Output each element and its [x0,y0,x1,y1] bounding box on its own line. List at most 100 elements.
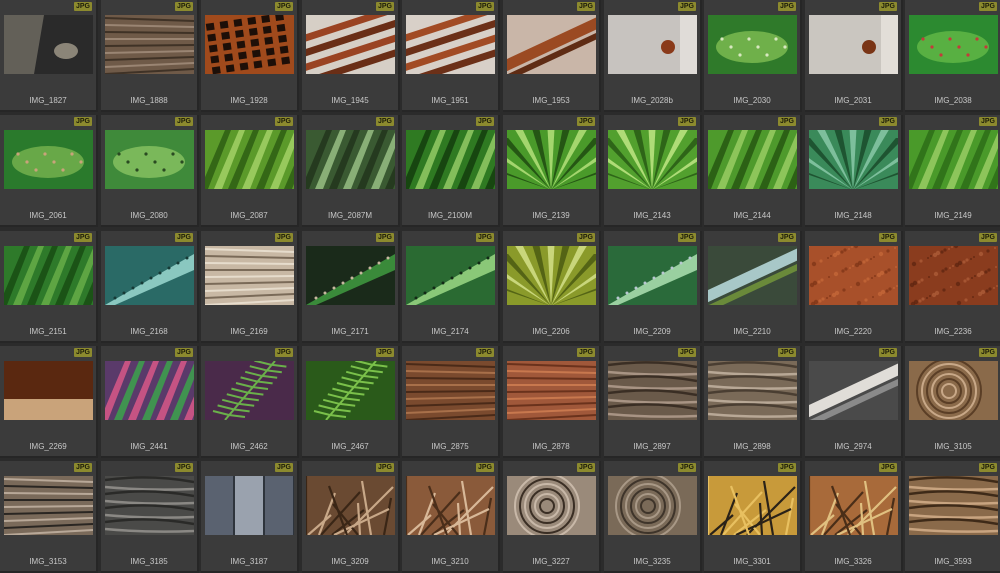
thumbnail-image[interactable] [4,15,93,74]
thumbnail-image[interactable] [406,361,495,420]
thumbnail-cell[interactable]: JPG IMG_2087 [201,115,299,227]
thumbnail-cell[interactable]: JPG IMG_2087M [302,115,400,227]
thumbnail-cell[interactable]: JPG IMG_2209 [604,231,702,343]
thumbnail-image[interactable] [809,15,898,74]
thumbnail-cell[interactable]: JPG IMG_2898 [704,346,802,458]
thumbnail-cell[interactable]: JPG IMG_2236 [905,231,1000,343]
thumbnail-image[interactable] [4,130,93,189]
thumbnail-image[interactable] [909,476,998,535]
thumbnail-image[interactable] [809,361,898,420]
thumbnail-cell[interactable]: JPG IMG_2151 [0,231,98,343]
thumbnail-image[interactable] [909,246,998,305]
thumbnail-image[interactable] [507,476,596,535]
thumbnail-image[interactable] [507,361,596,420]
thumbnail-cell[interactable]: JPG IMG_2878 [503,346,601,458]
thumbnail-cell[interactable]: JPG IMG_1888 [101,0,199,112]
thumbnail-cell[interactable]: JPG IMG_2220 [805,231,903,343]
thumbnail-cell[interactable]: JPG IMG_2143 [604,115,702,227]
thumbnail-image[interactable] [809,246,898,305]
thumbnail-image[interactable] [205,15,294,74]
thumbnail-cell[interactable]: JPG IMG_3209 [302,461,400,573]
thumbnail-cell[interactable]: JPG IMG_2467 [302,346,400,458]
thumbnail-image[interactable] [105,15,194,74]
thumbnail-image[interactable] [608,246,697,305]
thumbnail-cell[interactable]: JPG IMG_3185 [101,461,199,573]
thumbnail-cell[interactable]: JPG IMG_2080 [101,115,199,227]
thumbnail-image[interactable] [708,361,797,420]
thumbnail-cell[interactable]: JPG IMG_3235 [604,461,702,573]
thumbnail-cell[interactable]: JPG IMG_2168 [101,231,199,343]
thumbnail-cell[interactable]: JPG IMG_3227 [503,461,601,573]
thumbnail-image[interactable] [406,246,495,305]
thumbnail-cell[interactable]: JPG IMG_2031 [805,0,903,112]
thumbnail-cell[interactable]: JPG IMG_2174 [402,231,500,343]
thumbnail-cell[interactable]: JPG IMG_2210 [704,231,802,343]
thumbnail-cell[interactable]: JPG IMG_3187 [201,461,299,573]
thumbnail-image[interactable] [909,15,998,74]
thumbnail-image[interactable] [306,361,395,420]
thumbnail-cell[interactable]: JPG IMG_3593 [905,461,1000,573]
thumbnail-image[interactable] [105,361,194,420]
thumbnail-image[interactable] [507,15,596,74]
thumbnail-image[interactable] [306,130,395,189]
thumbnail-image[interactable] [809,130,898,189]
thumbnail-image[interactable] [708,15,797,74]
thumbnail-image[interactable] [4,361,93,420]
thumbnail-cell[interactable]: JPG IMG_2148 [805,115,903,227]
thumbnail-image[interactable] [406,476,495,535]
thumbnail-cell[interactable]: JPG IMG_1945 [302,0,400,112]
thumbnail-cell[interactable]: JPG IMG_3105 [905,346,1000,458]
thumbnail-cell[interactable]: JPG IMG_2974 [805,346,903,458]
thumbnail-image[interactable] [909,130,998,189]
thumbnail-image[interactable] [608,130,697,189]
thumbnail-cell[interactable]: JPG IMG_2206 [503,231,601,343]
thumbnail-image[interactable] [909,361,998,420]
thumbnail-cell[interactable]: JPG IMG_2139 [503,115,601,227]
thumbnail-image[interactable] [406,130,495,189]
thumbnail-image[interactable] [406,15,495,74]
thumbnail-image[interactable] [507,246,596,305]
thumbnail-cell[interactable]: JPG IMG_2149 [905,115,1000,227]
thumbnail-cell[interactable]: JPG IMG_2171 [302,231,400,343]
thumbnail-cell[interactable]: JPG IMG_2462 [201,346,299,458]
thumbnail-image[interactable] [205,130,294,189]
thumbnail-image[interactable] [306,476,395,535]
thumbnail-image[interactable] [205,246,294,305]
thumbnail-cell[interactable]: JPG IMG_2441 [101,346,199,458]
thumbnail-image[interactable] [205,361,294,420]
thumbnail-cell[interactable]: JPG IMG_2897 [604,346,702,458]
thumbnail-image[interactable] [608,361,697,420]
thumbnail-cell[interactable]: JPG IMG_2028b [604,0,702,112]
thumbnail-cell[interactable]: JPG IMG_2169 [201,231,299,343]
thumbnail-cell[interactable]: JPG IMG_3326 [805,461,903,573]
thumbnail-image[interactable] [205,476,294,535]
thumbnail-cell[interactable]: JPG IMG_1928 [201,0,299,112]
thumbnail-cell[interactable]: JPG IMG_3210 [402,461,500,573]
thumbnail-image[interactable] [306,15,395,74]
thumbnail-cell[interactable]: JPG IMG_2061 [0,115,98,227]
thumbnail-image[interactable] [708,246,797,305]
thumbnail-image[interactable] [608,15,697,74]
thumbnail-image[interactable] [809,476,898,535]
thumbnail-cell[interactable]: JPG IMG_2144 [704,115,802,227]
thumbnail-image[interactable] [306,246,395,305]
thumbnail-cell[interactable]: JPG IMG_2038 [905,0,1000,112]
thumbnail-image[interactable] [105,130,194,189]
thumbnail-cell[interactable]: JPG IMG_1951 [402,0,500,112]
thumbnail-cell[interactable]: JPG IMG_2100M [402,115,500,227]
thumbnail-cell[interactable]: JPG IMG_2030 [704,0,802,112]
thumbnail-cell[interactable]: JPG IMG_3301 [704,461,802,573]
thumbnail-cell[interactable]: JPG IMG_2269 [0,346,98,458]
thumbnail-image[interactable] [708,130,797,189]
thumbnail-image[interactable] [105,476,194,535]
thumbnail-image[interactable] [708,476,797,535]
thumbnail-cell[interactable]: JPG IMG_2875 [402,346,500,458]
thumbnail-image[interactable] [4,246,93,305]
thumbnail-image[interactable] [507,130,596,189]
thumbnail-image[interactable] [608,476,697,535]
thumbnail-cell[interactable]: JPG IMG_1827 [0,0,98,112]
thumbnail-cell[interactable]: JPG IMG_1953 [503,0,601,112]
thumbnail-image[interactable] [105,246,194,305]
thumbnail-cell[interactable]: JPG IMG_3153 [0,461,98,573]
thumbnail-image[interactable] [4,476,93,535]
